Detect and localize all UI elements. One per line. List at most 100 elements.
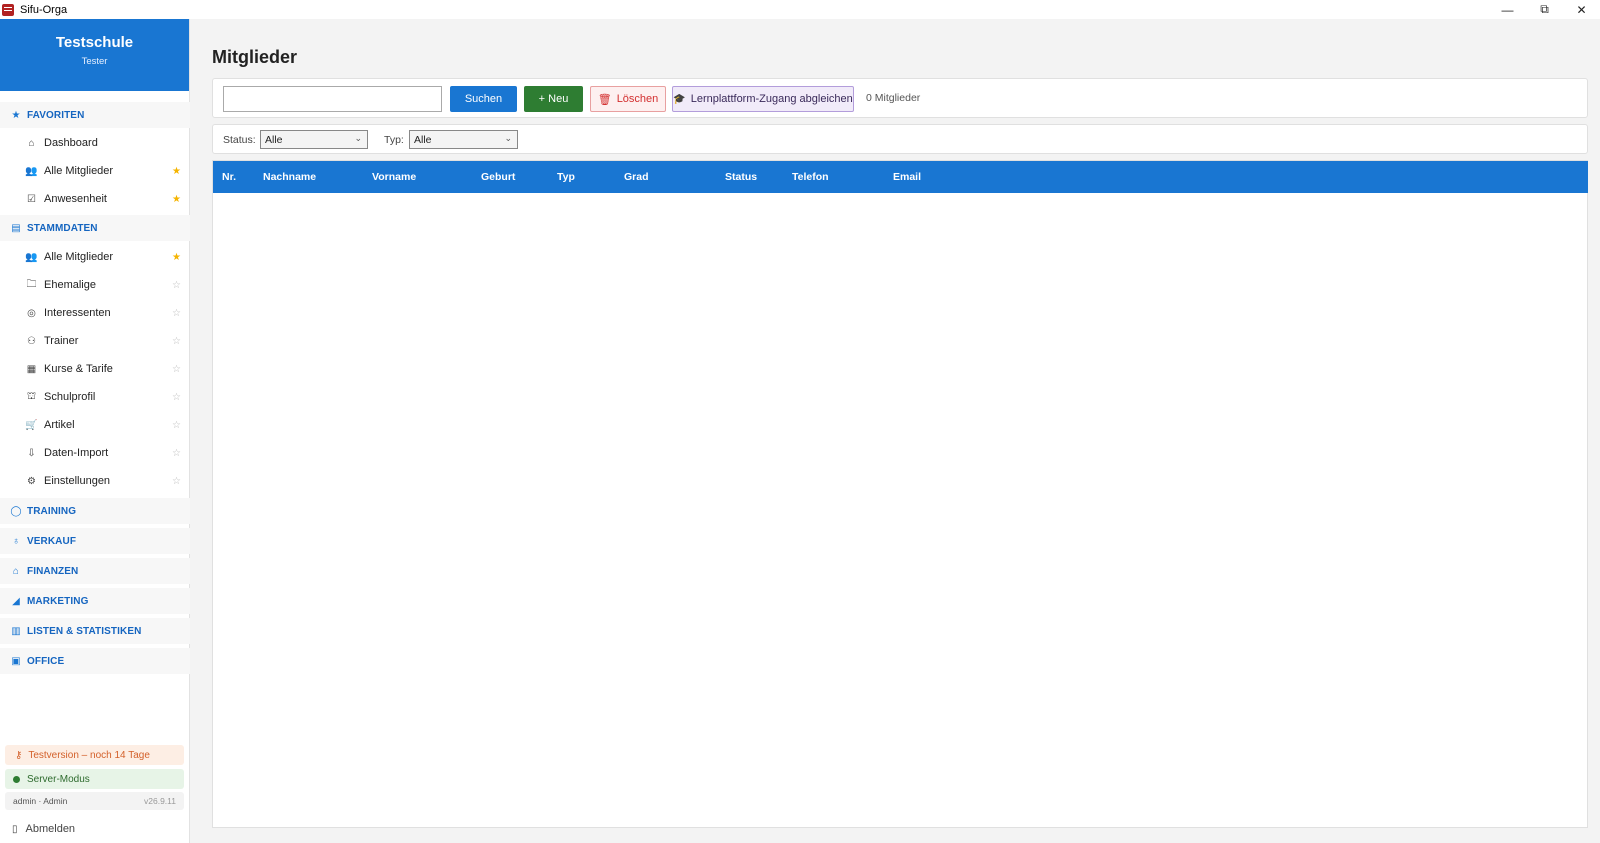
- member-count: 0 Mitglieder: [866, 92, 921, 104]
- column-header-typ[interactable]: Typ: [557, 171, 575, 183]
- sync-learning-platform-button[interactable]: 🎓 Lernplattform-Zugang abgleichen: [672, 86, 854, 112]
- sidebar-item-label: Trainer: [44, 335, 79, 347]
- calendar-icon: ▦: [26, 363, 37, 375]
- trainer-icon: ⚇: [27, 335, 36, 347]
- logout-button[interactable]: ▯ Abmelden: [12, 823, 75, 835]
- type-filter-select[interactable]: Alle ⌄: [409, 130, 518, 149]
- favorite-star-icon[interactable]: ☆: [172, 420, 181, 431]
- delete-label: Löschen: [616, 93, 659, 105]
- favorite-star-icon[interactable]: ★: [172, 252, 181, 263]
- type-filter-value: Alle: [414, 133, 432, 146]
- status-filter-select[interactable]: Alle ⌄: [260, 130, 368, 149]
- key-icon: ⚷: [15, 749, 23, 761]
- logout-icon: ▯: [12, 823, 18, 835]
- search-input[interactable]: [223, 86, 442, 112]
- megaphone-icon: ◢: [12, 595, 20, 607]
- checkbox-icon: ☑: [27, 193, 36, 205]
- sidebar-item-alle-mitglieder[interactable]: 👥 Alle Mitglieder ★: [0, 243, 190, 271]
- section-label: FINANZEN: [27, 565, 79, 577]
- sidebar-item-label: Artikel: [44, 419, 75, 431]
- favorite-star-icon[interactable]: ☆: [172, 448, 181, 459]
- sidebar-item-einstellungen[interactable]: ⚙ Einstellungen ☆: [0, 467, 190, 495]
- sidebar-item-label: Einstellungen: [44, 475, 111, 487]
- column-header-geburt[interactable]: Geburt: [481, 171, 515, 183]
- sidebar-item-interessenten[interactable]: ◎ Interessenten ☆: [0, 299, 190, 327]
- section-marketing[interactable]: ◢ MARKETING: [0, 588, 190, 614]
- chevron-down-icon: ⌄: [354, 133, 362, 143]
- star-icon: ★: [11, 109, 21, 121]
- column-header-telefon[interactable]: Telefon: [792, 171, 829, 183]
- trial-badge[interactable]: ⚷ Testversion – noch 14 Tage: [5, 745, 184, 765]
- favorite-star-icon[interactable]: ★: [172, 166, 181, 177]
- sidebar: Testschule Tester ★ FAVORITEN ⌂ Dashboar…: [0, 19, 190, 843]
- section-label: STAMMDATEN: [27, 222, 98, 234]
- section-training[interactable]: ◯ TRAINING: [0, 498, 190, 524]
- section-verkauf[interactable]: ♁ VERKAUF: [0, 528, 190, 554]
- column-header-status[interactable]: Status: [725, 171, 757, 183]
- folder-icon: 🗀: [26, 278, 37, 290]
- status-filter-value: Alle: [265, 133, 283, 146]
- column-header-email[interactable]: Email: [893, 171, 921, 183]
- favorite-star-icon[interactable]: ☆: [172, 280, 181, 291]
- delete-button[interactable]: 🗑 Löschen: [590, 86, 666, 112]
- chevron-down-icon: ⌄: [504, 133, 512, 143]
- favorite-star-icon[interactable]: ☆: [172, 364, 181, 375]
- sidebar-item-fav-alle-mitglieder[interactable]: 👥 Alle Mitglieder ★: [0, 157, 190, 185]
- favorite-star-icon[interactable]: ☆: [172, 476, 181, 487]
- sidebar-item-label: Interessenten: [44, 307, 111, 319]
- section-listen-statistiken[interactable]: ▥ LISTEN & STATISTIKEN: [0, 618, 190, 644]
- column-header-vorname[interactable]: Vorname: [372, 171, 416, 183]
- graduation-cap-icon: 🎓: [673, 93, 686, 105]
- status-filter-label: Status:: [223, 134, 256, 146]
- chart-icon: ▥: [11, 625, 21, 637]
- section-label: OFFICE: [27, 655, 65, 667]
- sidebar-header: Testschule Tester: [0, 19, 189, 91]
- training-icon: ◯: [10, 505, 22, 517]
- favorite-star-icon[interactable]: ☆: [172, 336, 181, 347]
- sidebar-item-anwesenheit[interactable]: ☑ Anwesenheit ★: [0, 185, 190, 213]
- gear-icon: ⚙: [27, 475, 36, 487]
- login-info: admin · Admin v26.9.11: [5, 792, 184, 810]
- sidebar-item-label: Dashboard: [44, 137, 98, 149]
- section-label: MARKETING: [27, 595, 89, 607]
- section-label: TRAINING: [27, 505, 77, 517]
- import-icon: ⇩: [27, 447, 36, 459]
- search-button[interactable]: Suchen: [450, 86, 517, 112]
- cart-icon: 🛒: [25, 419, 38, 431]
- office-icon: ▣: [11, 655, 21, 667]
- section-office[interactable]: ▣ OFFICE: [0, 648, 190, 674]
- sidebar-item-dashboard[interactable]: ⌂ Dashboard: [0, 129, 190, 157]
- school-icon: ⛫: [26, 390, 37, 402]
- logout-label: Abmelden: [25, 823, 76, 835]
- close-icon[interactable]: ✕: [1563, 0, 1600, 19]
- sidebar-item-kurse-tarife[interactable]: ▦ Kurse & Tarife ☆: [0, 355, 190, 383]
- sidebar-item-ehemalige[interactable]: 🗀 Ehemalige ☆: [0, 271, 190, 299]
- server-mode-badge: Server-Modus: [5, 769, 184, 789]
- section-favoriten[interactable]: ★ FAVORITEN: [0, 102, 190, 128]
- section-finanzen[interactable]: ⌂ FINANZEN: [0, 558, 190, 584]
- restore-icon[interactable]: ⧉: [1526, 0, 1563, 19]
- column-header-grad[interactable]: Grad: [624, 171, 649, 183]
- table-header: Nr. Nachname Vorname Geburt Typ Grad Sta…: [213, 161, 1588, 193]
- minimize-icon[interactable]: —: [1489, 0, 1526, 19]
- type-filter-label: Typ:: [384, 134, 404, 146]
- section-label: VERKAUF: [27, 535, 77, 547]
- title-bar: Sifu-Orga — ⧉ ✕: [0, 0, 1600, 19]
- sidebar-item-artikel[interactable]: 🛒 Artikel ☆: [0, 411, 190, 439]
- target-icon: ◎: [27, 307, 36, 319]
- sidebar-item-daten-import[interactable]: ⇩ Daten-Import ☆: [0, 439, 190, 467]
- user-role: Tester: [81, 56, 108, 67]
- server-mode-text: Server-Modus: [27, 773, 90, 785]
- column-header-nr[interactable]: Nr.: [222, 171, 236, 183]
- sidebar-item-trainer[interactable]: ⚇ Trainer ☆: [0, 327, 190, 355]
- section-label: LISTEN & STATISTIKEN: [27, 625, 142, 637]
- members-table: Nr. Nachname Vorname Geburt Typ Grad Sta…: [212, 160, 1588, 828]
- new-member-button[interactable]: + Neu: [524, 86, 583, 112]
- favorite-star-icon[interactable]: ★: [172, 194, 181, 205]
- sidebar-item-schulprofil[interactable]: ⛫ Schulprofil ☆: [0, 383, 190, 411]
- column-header-nachname[interactable]: Nachname: [263, 171, 316, 183]
- section-stammdaten[interactable]: ▤ STAMMDATEN: [0, 215, 190, 241]
- favorite-star-icon[interactable]: ☆: [172, 392, 181, 403]
- favorite-star-icon[interactable]: ☆: [172, 308, 181, 319]
- sidebar-item-label: Anwesenheit: [44, 193, 107, 205]
